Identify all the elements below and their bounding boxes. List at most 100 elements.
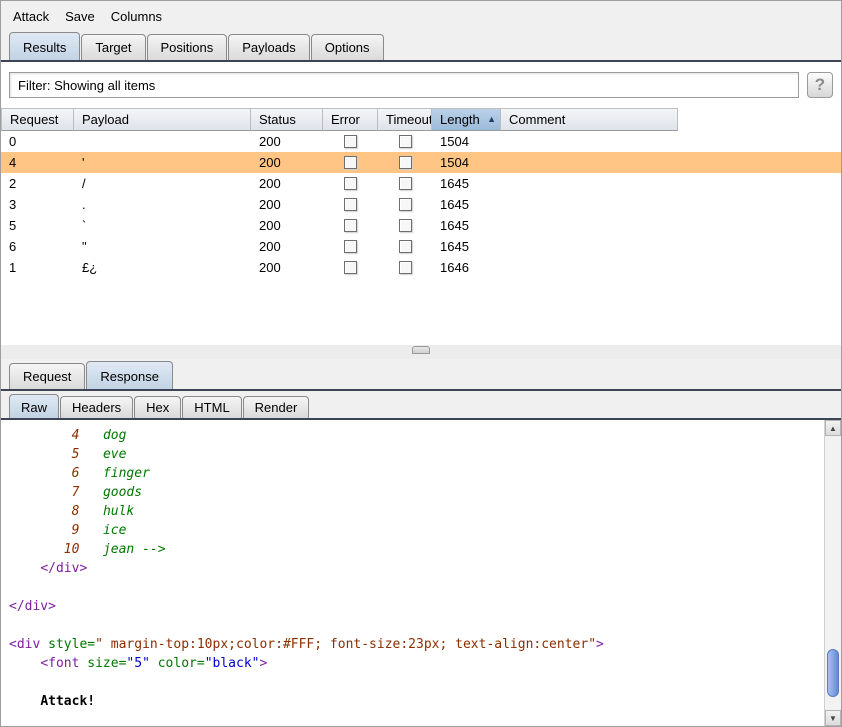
table-row[interactable]: 1 £¿ 200 1646 [1, 257, 841, 278]
code-line: <font size="5" color="black"> [40, 656, 268, 671]
cell-error [323, 236, 378, 257]
cell-comment [501, 173, 678, 194]
table-row[interactable]: 5 ` 200 1645 [1, 215, 841, 236]
cell-request: 4 [9, 155, 17, 170]
timeout-checkbox[interactable] [398, 156, 412, 169]
response-viewer[interactable]: 4 dog 5 eve 6 finger 7 goods 8 hulk 9 ic… [1, 420, 841, 726]
cell-status: 200 [259, 176, 281, 191]
cell-request: 5 [9, 218, 17, 233]
column-header-request[interactable]: Request [1, 108, 74, 131]
code-line: </div> [40, 561, 88, 576]
tab-target[interactable]: Target [81, 34, 146, 60]
view-tab-hex[interactable]: Hex [134, 396, 182, 418]
column-header-comment[interactable]: Comment [501, 108, 678, 131]
error-checkbox[interactable] [344, 177, 357, 190]
error-checkbox[interactable] [344, 261, 357, 274]
splitter[interactable] [1, 345, 841, 359]
timeout-checkbox[interactable] [398, 177, 412, 190]
cell-length: 1504 [440, 134, 469, 149]
scroll-up-button[interactable]: ▲ [825, 420, 841, 436]
timeout-checkbox[interactable] [398, 219, 412, 232]
code-line: 10 jean --> [9, 542, 166, 557]
menu-save[interactable]: Save [57, 5, 103, 28]
table-row[interactable]: 0 200 1504 [1, 131, 841, 152]
menu-columns[interactable]: Columns [103, 5, 170, 28]
view-tab-headers[interactable]: Headers [60, 396, 134, 418]
cell-timeout [378, 194, 432, 215]
timeout-checkbox[interactable] [398, 240, 412, 253]
view-tab-raw[interactable]: Raw [9, 394, 60, 418]
message-tab-response[interactable]: Response [86, 361, 173, 389]
code-line: <div style=" margin-top:10px;color:#FFF;… [9, 637, 604, 652]
tab-payloads[interactable]: Payloads [228, 34, 310, 60]
cell-payload: ' [82, 155, 85, 170]
cell-comment [501, 257, 678, 278]
cell-length: 1504 [440, 155, 469, 170]
scroll-down-button[interactable]: ▼ [825, 710, 841, 726]
scrollbar-thumb[interactable] [827, 649, 839, 697]
tab-options[interactable]: Options [310, 34, 384, 60]
cell-error [323, 194, 378, 215]
cell-error [323, 173, 378, 194]
column-header-length[interactable]: Length ▲ [432, 108, 501, 131]
help-button[interactable]: ? [807, 72, 833, 98]
cell-comment [501, 152, 678, 173]
cell-comment [501, 131, 678, 152]
column-header-error[interactable]: Error [323, 108, 378, 131]
cell-length: 1645 [440, 239, 469, 254]
filter-input[interactable]: Filter: Showing all items [9, 72, 799, 98]
message-tab-request[interactable]: Request [9, 363, 86, 389]
splitter-grip-icon [412, 346, 430, 354]
timeout-checkbox[interactable] [398, 198, 412, 211]
cell-comment [501, 236, 678, 257]
error-checkbox[interactable] [344, 240, 357, 253]
column-header-timeout[interactable]: Timeout [378, 108, 432, 131]
code-line: 5 eve [9, 447, 127, 462]
vertical-scrollbar[interactable]: ▲ ▼ [824, 420, 841, 726]
menu-attack[interactable]: Attack [5, 5, 57, 28]
cell-error [323, 257, 378, 278]
response-body[interactable]: 4 dog 5 eve 6 finger 7 goods 8 hulk 9 ic… [1, 420, 824, 726]
cell-status: 200 [259, 197, 281, 212]
timeout-checkbox[interactable] [398, 261, 412, 274]
view-tab-render[interactable]: Render [242, 396, 310, 418]
error-checkbox[interactable] [344, 156, 357, 169]
down-arrow-icon: ▼ [829, 713, 837, 723]
cell-length: 1645 [440, 218, 469, 233]
code-line: 9 ice [9, 523, 127, 538]
burp-intruder-attack-window: Attack Save Columns Results Target Positio… [0, 0, 842, 727]
error-checkbox[interactable] [344, 198, 357, 211]
error-checkbox[interactable] [344, 219, 357, 232]
cell-status: 200 [259, 134, 281, 149]
table-row[interactable]: 3. 200 1645 [1, 194, 841, 215]
table-row[interactable]: 2 / 200 1645 [1, 173, 841, 194]
cell-status: 200 [259, 218, 281, 233]
error-checkbox[interactable] [344, 135, 357, 148]
cell-status: 200 [259, 155, 281, 170]
view-tab-strip: Raw Headers Hex HTML Render [1, 391, 841, 420]
cell-timeout [378, 131, 432, 152]
tab-positions[interactable]: Positions [146, 34, 228, 60]
cell-length: 1645 [440, 197, 469, 212]
up-arrow-icon: ▲ [829, 423, 837, 433]
cell-status: 200 [259, 239, 281, 254]
cell-timeout [378, 215, 432, 236]
column-header-status[interactable]: Status [251, 108, 323, 131]
column-header-payload[interactable]: Payload [74, 108, 251, 131]
results-table: Request Payload Status Error Timeout Length ▲ C… [1, 108, 841, 345]
cell-length: 1646 [440, 260, 469, 275]
main-tab-strip: Results Target Positions Payloads Options [1, 31, 841, 62]
cell-timeout [378, 173, 432, 194]
filter-panel: Filter: Showing all items ? [1, 62, 841, 108]
cell-error [323, 152, 378, 173]
view-tab-html[interactable]: HTML [182, 396, 242, 418]
table-row[interactable]: 6 " 200 1645 [1, 236, 841, 257]
tab-results[interactable]: Results [9, 32, 81, 60]
code-line: 6 finger [9, 466, 150, 481]
table-row[interactable]: 4 ' 200 1504 [1, 152, 841, 173]
sort-asc-icon: ▲ [487, 114, 496, 124]
timeout-checkbox[interactable] [398, 135, 412, 148]
